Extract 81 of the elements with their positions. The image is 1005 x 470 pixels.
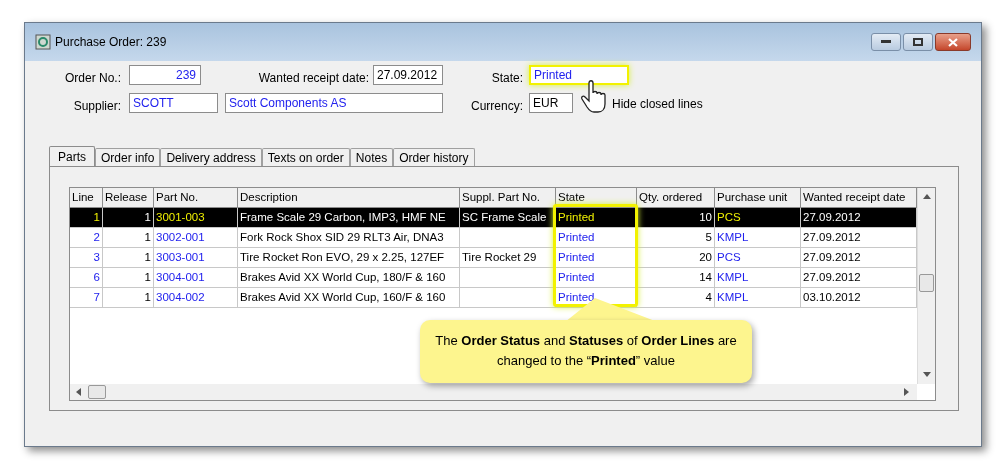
table-cell: 27.09.2012 [803,211,861,223]
date-field[interactable]: 27.09.2012 [373,65,443,85]
field-label: Order No.: [64,70,121,87]
table-cell: Printed [558,211,595,223]
table-cell: Tire Rocket Ron EVO, 29 x 2.25, 127EF [240,251,445,263]
app-icon [35,34,51,50]
table-cell: KMPL [717,291,749,303]
field-label: Currency: [470,98,523,115]
table-cell: 2 [93,231,100,243]
table-cell: Printed [558,231,595,243]
table-cell: Printed [558,251,595,263]
scroll-down-icon[interactable] [923,372,931,377]
table-cell: 20 [699,251,712,263]
table-row[interactable]: 2 1 3002-001 Fork Rock Shox SID 29 RLT3 Air, DNA3 Printed 5 KMPL 27.09.2012 [70,228,917,248]
tab[interactable]: Parts [49,146,95,167]
tab[interactable]: Order history [393,148,475,166]
tab[interactable]: Delivery address [160,148,262,166]
table-cell: 3 [93,251,100,263]
table-cell: 5 [705,231,712,243]
table-cell: Tire Rocket 29 [462,251,537,263]
field-label: Wanted receipt date: [257,70,369,87]
table-cell: 1 [144,291,151,303]
order-number-field[interactable]: 239 [129,65,201,85]
maximize-button[interactable] [903,33,933,51]
field-label: State: [490,70,523,87]
table-row[interactable]: 7 1 3004-002 Brakes Avid XX World Cup, 160/F & 160 Printed 4 KMPL 03.10.2012 [70,288,917,308]
table-cell: 3002-001 [156,231,205,243]
table-cell: Brakes Avid XX World Cup, 160/F & 160 [240,291,446,303]
window-title: Purchase Order: 239 [55,34,167,51]
supplier-code-field[interactable]: SCOTT [129,93,218,113]
table-cell: 6 [93,271,100,283]
scrollbar-thumb[interactable] [919,274,934,292]
scroll-right-icon[interactable] [904,388,909,396]
table-cell: 1 [93,211,100,223]
horizontal-scrollbar[interactable] [70,384,917,400]
table-cell: KMPL [717,271,749,283]
table-cell: 27.09.2012 [803,271,861,283]
minimize-button[interactable] [871,33,901,51]
table-cell: 3003-001 [156,251,205,263]
table-cell: Printed [558,291,595,303]
table-cell: Brakes Avid XX World Cup, 180/F & 160 [240,271,446,283]
checkbox-label[interactable]: Hide closed lines [612,95,703,113]
tab[interactable]: Texts on order [261,148,350,166]
table-cell: 3004-001 [156,271,205,283]
table-row[interactable]: 1 1 3001-003 Frame Scale 29 Carbon, IMP3, HMF NE SC Frame Scale Printed 10 PCS 27.09.2012 [70,208,917,228]
supplier-name-field[interactable]: Scott Components AS [225,93,443,113]
table-cell: 1 [144,251,151,263]
state-field[interactable]: Printed [529,65,629,85]
table-cell: SC Frame Scale [462,211,547,223]
table-cell: PCS [717,251,741,263]
scroll-up-icon[interactable] [923,194,931,199]
vertical-scrollbar[interactable] [917,188,935,384]
table-cell: 03.10.2012 [803,291,861,303]
close-icon [948,37,958,47]
table-cell: 3004-002 [156,291,205,303]
currency-field[interactable]: EUR [529,93,573,113]
table-cell: 10 [699,211,712,223]
scrollbar-thumb[interactable] [88,385,106,399]
close-button[interactable] [935,33,971,51]
restore-icon [913,38,923,46]
table-cell: Printed [558,271,595,283]
table-cell: PCS [717,211,741,223]
table-cell: 27.09.2012 [803,251,861,263]
table-cell: Frame Scale 29 Carbon, IMP3, HMF NE [240,211,446,223]
table-cell: Fork Rock Shox SID 29 RLT3 Air, DNA3 [240,231,444,243]
table-row[interactable]: 6 1 3004-001 Brakes Avid XX World Cup, 180/F & 160 Printed 14 KMPL 27.09.2012 [70,268,917,288]
field-label: Supplier: [72,98,121,115]
tab[interactable]: Order info [95,148,161,166]
table-cell: 3001-003 [156,211,205,223]
table-cell: KMPL [717,231,749,243]
table-cell: 1 [144,231,151,243]
table-cell: 1 [144,211,151,223]
table-cell: 14 [699,271,712,283]
table-cell: 4 [705,291,712,303]
table-cell: 7 [93,291,100,303]
table-row[interactable]: 3 1 3003-001 Tire Rocket Ron EVO, 29 x 2.25, 127EF Tire Rocket 29 Printed 20 PCS 27.09.2012 [70,248,917,268]
table-cell: 27.09.2012 [803,231,861,243]
tab[interactable]: Notes [349,148,394,166]
scroll-left-icon[interactable] [76,388,81,396]
table-cell: 1 [144,271,151,283]
minimize-icon [881,40,891,44]
